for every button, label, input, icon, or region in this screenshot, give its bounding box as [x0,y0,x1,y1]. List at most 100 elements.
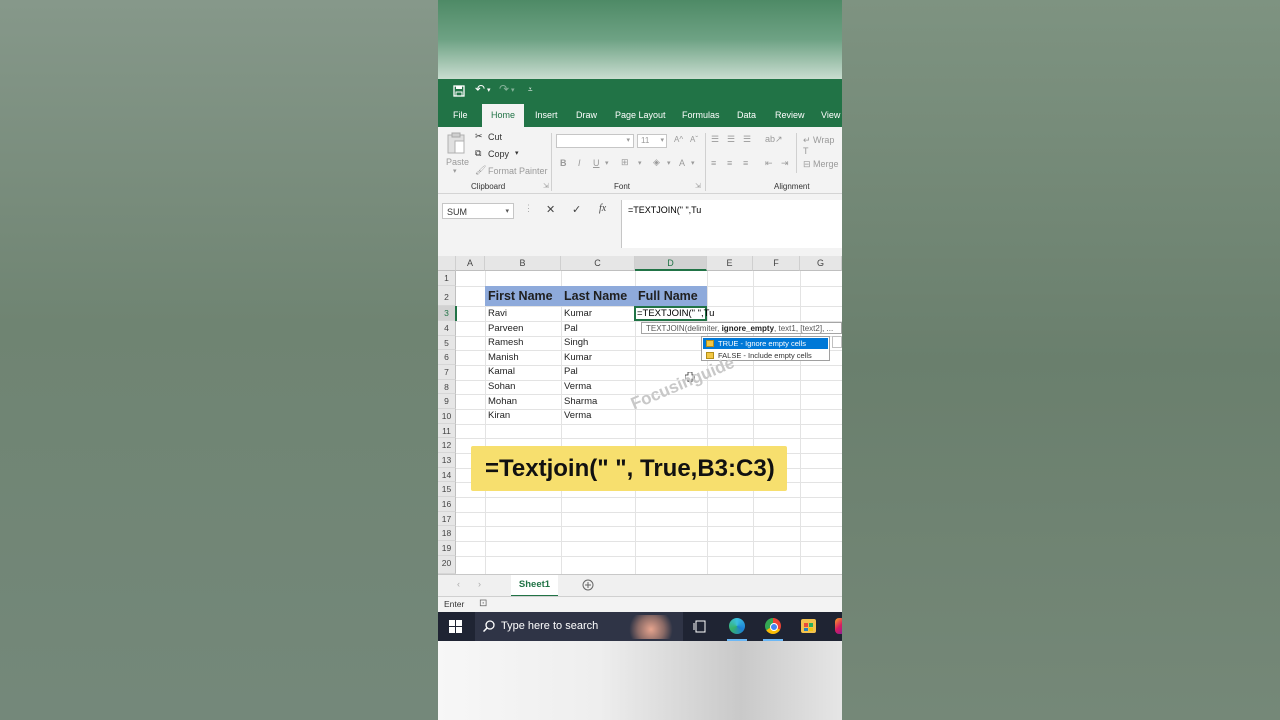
fill-color-icon[interactable]: ◈ [653,157,660,168]
row-header[interactable]: 20 [438,555,456,574]
font-name-select[interactable]: ▾ [556,134,634,148]
tab-view[interactable]: View [816,106,842,127]
chevron-down-icon[interactable]: ▾ [691,159,695,167]
cell-last-name[interactable]: Kumar [561,351,592,365]
add-sheet-icon[interactable] [582,579,594,591]
tab-page-layout[interactable]: Page Layout [610,106,671,127]
row-header[interactable]: 3 [438,306,456,321]
tab-insert[interactable]: Insert [530,106,563,127]
cell-first-name[interactable]: Ravi [485,307,507,321]
wrap-text-button[interactable]: ↵ Wrap T [803,135,842,156]
row-header[interactable]: 8 [438,379,456,395]
cell-first-name[interactable]: Parveen [485,322,523,336]
redo-dropdown-icon[interactable]: ▾ [511,86,515,94]
row-header[interactable]: 6 [438,350,456,365]
sheet-tab-sheet1[interactable]: Sheet1 [511,575,558,597]
row-header[interactable]: 13 [438,453,456,468]
align-top-icon[interactable]: ☰ [711,134,719,145]
font-launcher-icon[interactable]: ⇲ [695,182,701,190]
row-header[interactable]: 9 [438,394,456,409]
column-header-c[interactable]: C [561,256,635,271]
column-header-e[interactable]: E [707,256,753,271]
cell-first-name[interactable]: Sohan [485,380,515,394]
decrease-indent-icon[interactable]: ⇤ [765,158,773,169]
cell-last-name[interactable]: Pal [561,365,578,379]
cell-last-name[interactable]: Kumar [561,307,592,321]
row-header[interactable]: 1 [438,271,456,286]
select-all-corner[interactable] [438,256,456,271]
align-middle-icon[interactable]: ☰ [727,134,735,145]
save-icon[interactable] [453,85,465,97]
tab-data[interactable]: Data [732,106,761,127]
row-header[interactable]: 11 [438,423,456,439]
scroll-left-icon[interactable]: ‹ [457,579,460,589]
font-color-button[interactable]: A [679,158,685,168]
borders-icon[interactable]: ⊞ [621,157,629,168]
row-header[interactable]: 12 [438,438,456,453]
align-bottom-icon[interactable]: ☰ [743,134,751,145]
store-icon[interactable] [801,619,816,633]
tab-review[interactable]: Review [770,106,810,127]
cell-first-name[interactable]: Manish [485,351,519,365]
instagram-icon[interactable] [835,618,842,634]
chevron-down-icon[interactable]: ▾ [605,159,609,167]
row-header[interactable]: 17 [438,511,456,527]
insert-function-icon[interactable]: fx [599,203,606,214]
row-header[interactable]: 10 [438,409,456,424]
format-painter-icon[interactable]: 🖌 [475,165,486,176]
undo-icon[interactable]: ↶ [475,82,485,96]
cell-first-name[interactable]: Kiran [485,409,510,423]
column-header-f[interactable]: F [753,256,800,271]
format-painter-button[interactable]: Format Painter [488,166,548,176]
undo-dropdown-icon[interactable]: ▾ [487,86,491,94]
increase-font-icon[interactable]: A^ [674,135,683,144]
row-header[interactable]: 18 [438,526,456,541]
clipboard-launcher-icon[interactable]: ⇲ [543,182,549,190]
header-cell-last-name[interactable]: Last Name [561,286,635,306]
windows-start-icon[interactable] [449,620,462,633]
copy-button[interactable]: Copy [488,149,509,159]
cancel-icon[interactable]: ✕ [546,203,555,216]
active-cell-d3[interactable]: =TEXTJOIN(" ",Tu [634,306,714,321]
tab-draw[interactable]: Draw [571,106,602,127]
italic-button[interactable]: I [578,158,581,168]
column-header-b[interactable]: B [485,256,561,271]
decrease-font-icon[interactable]: Aˇ [690,135,698,144]
cell-last-name[interactable]: Verma [561,380,591,394]
merge-button[interactable]: ⊟ Merge [803,159,839,170]
cell-first-name[interactable]: Ramesh [485,336,523,350]
align-right-icon[interactable]: ≡ [743,158,748,168]
row-header[interactable]: 4 [438,321,456,336]
chevron-down-icon[interactable]: ▾ [667,159,671,167]
row-header[interactable]: 19 [438,541,456,556]
align-center-icon[interactable]: ≡ [727,158,732,168]
tab-file[interactable]: File [448,106,473,127]
header-cell-full-name[interactable]: Full Name [635,286,707,306]
row-header[interactable]: 2 [438,286,456,306]
tab-formulas[interactable]: Formulas [677,106,725,127]
edge-browser-icon[interactable] [729,618,745,634]
row-header[interactable]: 5 [438,335,456,351]
bold-button[interactable]: B [560,158,567,168]
redo-icon[interactable]: ↷ [499,82,509,96]
paste-label[interactable]: Paste [446,157,469,167]
task-view-icon[interactable] [693,620,706,633]
chevron-down-icon[interactable]: ▾ [638,159,642,167]
orientation-icon[interactable]: ab↗ [765,134,783,145]
row-header[interactable]: 7 [438,365,456,380]
scroll-right-icon[interactable]: › [478,579,481,589]
row-header[interactable]: 14 [438,467,456,483]
underline-button[interactable]: U [593,158,600,168]
align-left-icon[interactable]: ≡ [711,158,716,168]
copy-icon[interactable]: ⧉ [475,148,481,159]
spreadsheet-grid[interactable]: A B C D E F G 1 2 3 4 5 6 7 8 9 10 11 12… [438,256,842,574]
cell-last-name[interactable]: Sharma [561,395,597,409]
formula-input[interactable]: =TEXTJOIN(" ",Tu [621,200,842,248]
row-header[interactable]: 16 [438,497,456,512]
column-header-g[interactable]: G [800,256,842,271]
cell-last-name[interactable]: Pal [561,322,578,336]
column-header-d[interactable]: D [635,256,707,271]
cut-button[interactable]: Cut [488,132,502,142]
cell-first-name[interactable]: Kamal [485,365,515,379]
enter-icon[interactable]: ✓ [572,203,581,216]
